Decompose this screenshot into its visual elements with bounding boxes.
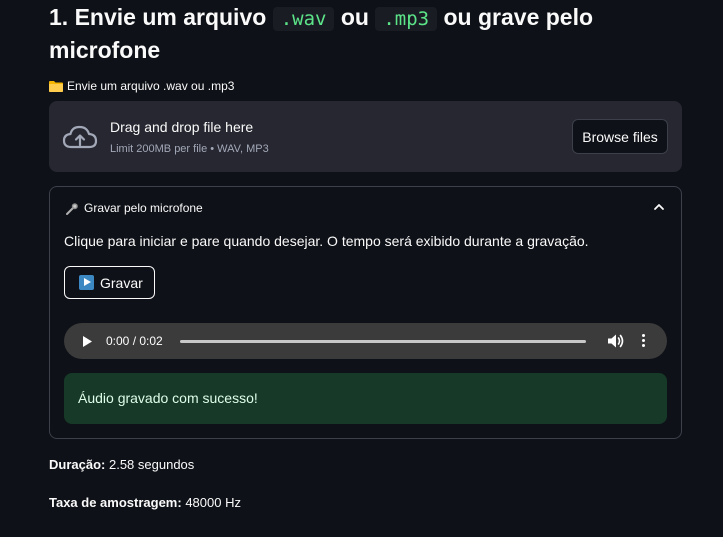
duration-label: Duração:: [49, 457, 106, 472]
sample-rate-label: Taxa de amostragem:: [49, 495, 182, 510]
sample-rate-value: 48000 Hz: [185, 495, 241, 510]
uploader-label: Envie um arquivo .wav ou .mp3: [49, 78, 234, 94]
title-code-mp3: .mp3: [375, 7, 438, 31]
duration-value: 2.58 segundos: [108, 457, 195, 472]
microphone-expander: Gravar pelo microfone Clique para inicia…: [49, 186, 682, 439]
duration-stat: Duração: 2.58 segundos: [49, 457, 194, 472]
folder-icon: [49, 81, 63, 92]
expander-header[interactable]: Gravar pelo microfone: [50, 187, 681, 229]
play-square-icon: [79, 275, 94, 290]
dropzone-title: Drag and drop file here: [110, 119, 254, 135]
success-alert: Áudio gravado com sucesso!: [64, 373, 667, 424]
browse-files-button[interactable]: Browse files: [572, 119, 668, 154]
expander-title: Gravar pelo microfone: [84, 201, 203, 215]
recording-instructions: Clique para iniciar e pare quando deseja…: [64, 233, 589, 249]
uploader-label-text: Envie um arquivo .wav ou .mp3: [67, 79, 235, 93]
record-button[interactable]: Gravar: [64, 266, 155, 299]
record-button-label: Gravar: [100, 274, 143, 291]
title-code-wav: .wav: [272, 7, 335, 31]
chevron-up-icon[interactable]: [653, 202, 665, 212]
cloud-upload-icon: [62, 125, 98, 149]
title-part-1: 1. Envie um arquivo: [49, 4, 267, 30]
play-icon[interactable]: [81, 335, 93, 348]
volume-icon[interactable]: [607, 333, 625, 349]
page-title: 1. Envie um arquivo .wav ou .mp3 ou grav…: [49, 2, 682, 66]
more-options-icon[interactable]: [640, 333, 646, 349]
audio-seek-bar[interactable]: [180, 340, 586, 343]
audio-player: 0:00 / 0:02: [64, 323, 667, 359]
success-message: Áudio gravado com sucesso!: [78, 390, 258, 406]
audio-time-display: 0:00 / 0:02: [106, 334, 163, 348]
file-dropzone[interactable]: Drag and drop file here Limit 200MB per …: [49, 101, 682, 172]
dropzone-limit-text: Limit 200MB per file • WAV, MP3: [110, 143, 269, 155]
title-part-2: ou: [340, 4, 369, 30]
microphone-icon: [66, 203, 78, 215]
sample-rate-stat: Taxa de amostragem: 48000 Hz: [49, 495, 241, 510]
